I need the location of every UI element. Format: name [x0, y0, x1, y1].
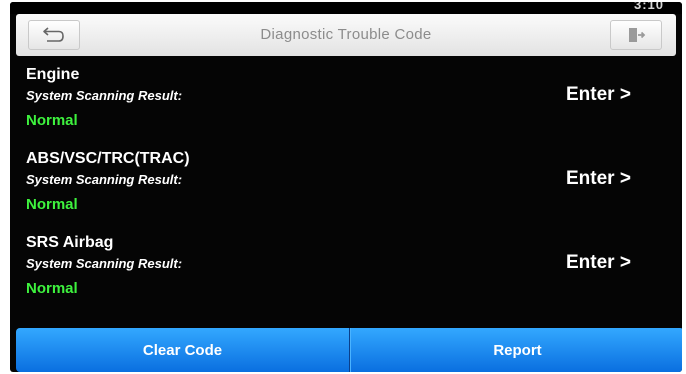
- system-status: Normal: [26, 196, 78, 213]
- exit-door-icon: [629, 28, 646, 42]
- report-button[interactable]: Report: [350, 328, 682, 372]
- status-time: 3:10: [633, 2, 664, 12]
- system-result-label: System Scanning Result:: [26, 172, 183, 187]
- title-bar: Diagnostic Trouble Code: [16, 14, 676, 56]
- clear-code-button[interactable]: Clear Code: [16, 328, 350, 372]
- system-name: SRS Airbag: [26, 234, 114, 251]
- system-name: Engine: [26, 66, 80, 83]
- enter-button[interactable]: Enter >: [566, 84, 631, 106]
- bottom-action-bar: Clear Code Report: [16, 328, 682, 372]
- system-status: Normal: [26, 280, 78, 297]
- system-item-abs: ABS/VSC/TRC(TRAC) System Scanning Result…: [26, 150, 666, 232]
- status-bar: 3:10: [10, 2, 682, 14]
- system-name: ABS/VSC/TRC(TRAC): [26, 150, 190, 167]
- device-screen: 3:10 Diagnostic Trouble Code Engine Syst…: [10, 2, 682, 372]
- system-result-label: System Scanning Result:: [26, 88, 183, 103]
- system-item-srs-airbag: SRS Airbag System Scanning Result: Norma…: [26, 234, 666, 316]
- exit-button[interactable]: [610, 20, 662, 50]
- enter-button[interactable]: Enter >: [566, 168, 631, 190]
- page-title: Diagnostic Trouble Code: [260, 26, 432, 43]
- system-status: Normal: [26, 112, 78, 129]
- enter-button[interactable]: Enter >: [566, 252, 631, 274]
- system-item-engine: Engine System Scanning Result: Normal En…: [26, 66, 666, 148]
- system-result-label: System Scanning Result:: [26, 256, 183, 271]
